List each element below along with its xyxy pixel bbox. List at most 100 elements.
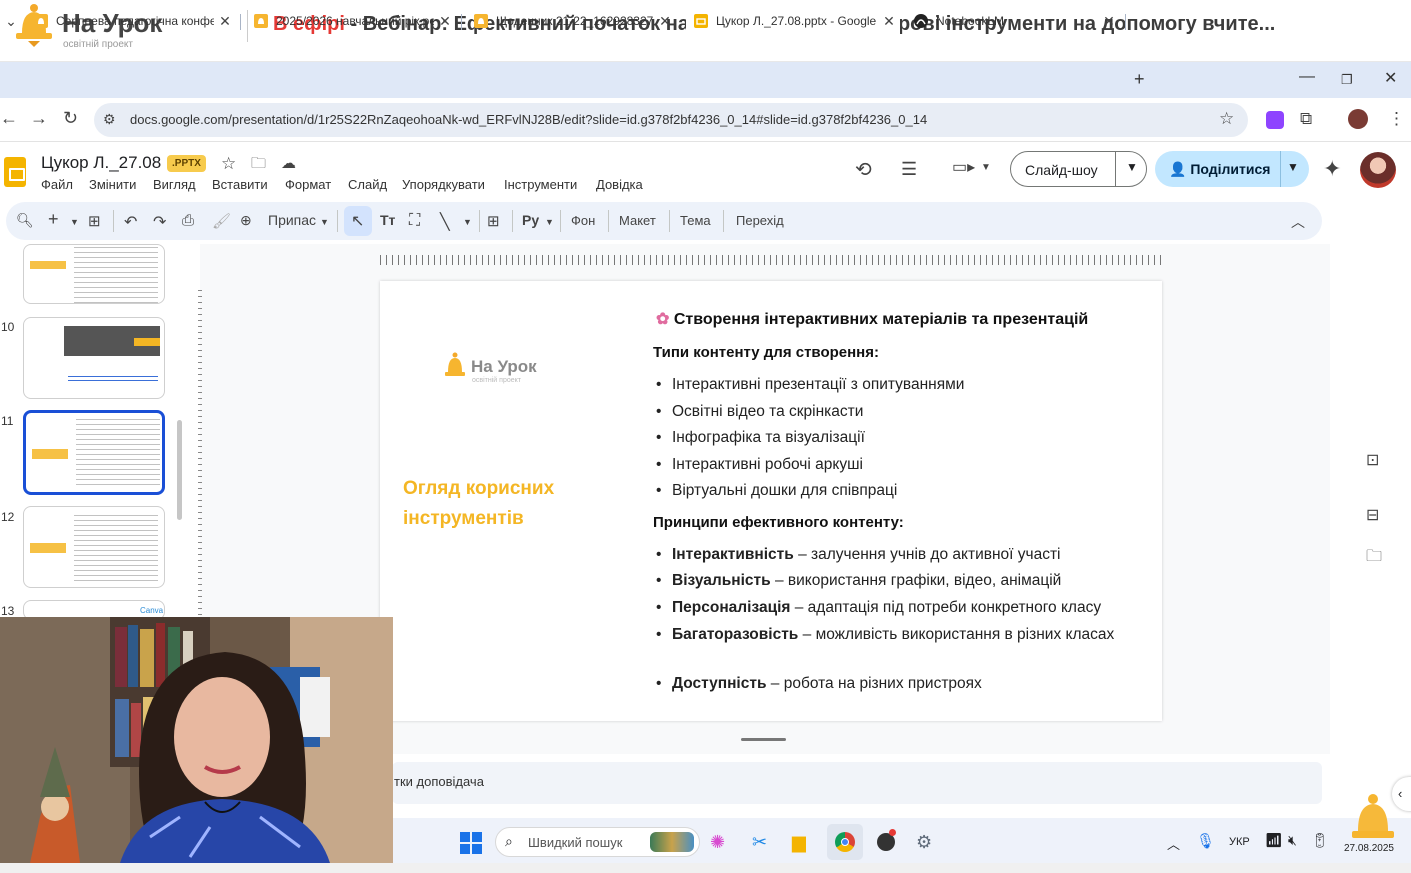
comments-icon[interactable]: ☰	[901, 160, 917, 178]
gemini-sparkle-icon[interactable]: ✦	[1323, 158, 1341, 180]
meet-icon[interactable]: ▭▸	[952, 160, 975, 176]
file-explorer-icon[interactable]: ▆	[792, 832, 806, 853]
menu-file[interactable]: Файл	[41, 177, 73, 192]
select-pointer-icon[interactable]: ↖	[351, 211, 364, 231]
menu-format[interactable]: Формат	[285, 177, 331, 192]
chevron-down-icon[interactable]: ▼	[463, 217, 472, 227]
restore-icon[interactable]: ❐	[1341, 72, 1353, 88]
zoom-select[interactable]: Припас ▼	[268, 212, 329, 228]
speaker-notes-panel[interactable]	[392, 762, 1322, 804]
close-icon[interactable]: ✕	[1098, 13, 1120, 30]
thumbnail-scrollbar[interactable]	[177, 420, 182, 520]
share-button[interactable]: 👤 Поділитися ▼	[1155, 151, 1309, 187]
close-icon[interactable]: ✕	[214, 13, 236, 30]
move-folder-icon[interactable]: 🗀	[251, 156, 266, 171]
chevron-down-icon[interactable]: ▼	[981, 163, 991, 173]
print-icon[interactable]: ⎙	[182, 212, 194, 229]
chevron-down-icon[interactable]: ▼	[70, 217, 79, 227]
tab-label: NotebookLM	[936, 14, 1005, 28]
close-icon[interactable]: ✕	[654, 13, 676, 30]
chevron-down-icon[interactable]: ▼	[1287, 160, 1299, 174]
comment-add-icon[interactable]: ⊞	[487, 212, 500, 230]
version-history-icon[interactable]: ⟲	[855, 160, 872, 180]
account-avatar[interactable]	[1360, 152, 1396, 188]
google-slides-logo[interactable]	[4, 157, 26, 187]
slide-number: 13	[1, 604, 15, 618]
speaker-notes-text[interactable]: тки доповідача	[394, 774, 484, 789]
text-format-icon[interactable]: Ру	[522, 212, 539, 228]
slide-thumbnail-11-selected[interactable]	[23, 410, 165, 495]
image-icon[interactable]: ⛶	[409, 212, 420, 230]
microphone-icon[interactable]: 🎙︎	[1196, 832, 1215, 850]
site-info-icon[interactable]: ⚙	[103, 112, 116, 126]
close-icon[interactable]: ✕	[878, 13, 900, 30]
search-icon: ⌕	[505, 833, 513, 849]
close-icon[interactable]: ✕	[434, 13, 456, 30]
undo-icon[interactable]: ↶	[124, 212, 137, 232]
cloud-status-icon[interactable]: ☁	[281, 156, 296, 171]
settings-gear-icon[interactable]: ⚙	[916, 832, 932, 853]
transition-button[interactable]: Перехід	[736, 213, 784, 228]
bookmark-star-icon[interactable]: ☆	[1219, 110, 1234, 127]
menu-help[interactable]: Довідка	[596, 177, 643, 192]
chevron-down-icon[interactable]: ▼	[1126, 160, 1138, 174]
new-slide-icon[interactable]: +	[48, 209, 59, 230]
minimize-icon[interactable]: —	[1299, 68, 1315, 86]
theme-button[interactable]: Тема	[680, 213, 711, 228]
layout-button[interactable]: Макет	[619, 213, 656, 228]
menu-tools[interactable]: Інструменти	[504, 177, 577, 192]
menu-arrange[interactable]: Упорядкувати	[402, 177, 485, 192]
close-window-icon[interactable]: ✕	[1384, 68, 1397, 88]
menu-insert[interactable]: Вставити	[212, 177, 268, 192]
slideshow-button[interactable]: Слайд-шоу ▼	[1010, 151, 1147, 187]
slide-thumbnail-10[interactable]	[23, 317, 165, 399]
new-tab-button[interactable]: +	[1134, 69, 1145, 90]
menu-slide[interactable]: Слайд	[348, 177, 387, 192]
chevron-down-icon[interactable]: ▼	[545, 217, 554, 227]
forward-icon[interactable]: →	[30, 108, 48, 129]
redo-icon[interactable]: ↷	[153, 212, 166, 232]
url-text[interactable]: docs.google.com/presentation/d/1r25S22Rn…	[130, 112, 927, 127]
battery-icon[interactable]: 🔋︎	[1311, 832, 1329, 849]
slide-thumbnail-12[interactable]	[23, 506, 165, 588]
windows-start-icon[interactable]	[460, 832, 482, 854]
back-icon[interactable]: ←	[0, 108, 18, 129]
bullet-item: • Багаторазовість – можливість використан…	[656, 626, 1115, 643]
text-box-icon[interactable]: Tт	[380, 212, 395, 228]
keep-icon[interactable]: ⊟	[1366, 505, 1379, 525]
star-icon[interactable]: ☆	[221, 155, 236, 172]
collapse-toolbar-icon[interactable]: ︿	[1291, 212, 1305, 232]
document-title[interactable]: Цукор Л._27.08	[41, 153, 161, 173]
snipping-tool-icon[interactable]: ✂	[752, 832, 767, 853]
copilot-icon[interactable]: ✺	[710, 832, 725, 853]
browser-tab-bar	[0, 62, 1411, 98]
paint-format-icon[interactable]: 🖌︎	[212, 212, 231, 230]
wifi-icon[interactable]: 📶︎	[1265, 832, 1283, 849]
browser-tab-1[interactable]: Серпнева педагогічна конфер ✕	[26, 6, 236, 36]
slide-thumbnail-9[interactable]	[23, 244, 165, 304]
puzzle-icon[interactable]: ⧉	[1300, 110, 1312, 127]
extension-icon[interactable]	[1266, 111, 1284, 129]
add-slide-icon[interactable]: ⊞	[88, 212, 101, 230]
bullet-text: Віртуальні дошки для співпраці	[672, 482, 898, 499]
explore-icon[interactable]: ⊡	[1366, 450, 1379, 470]
browser-tab-2[interactable]: 2025/2026 навчальний рік ре ✕	[246, 6, 456, 36]
browser-tab-4-active[interactable]: Цукор Л._27.08.pptx - Google ✕	[686, 6, 900, 36]
background-button[interactable]: Фон	[571, 213, 595, 228]
reload-icon[interactable]: ↻	[63, 108, 78, 129]
menu-view[interactable]: Вигляд	[153, 177, 196, 192]
zoom-icon[interactable]: ⊕	[240, 212, 252, 229]
volume-muted-icon[interactable]: 🔇︎	[1288, 832, 1297, 849]
line-icon[interactable]: ╲	[440, 212, 450, 232]
search-menus-icon[interactable]: 🔍︎	[16, 212, 34, 229]
menu-edit[interactable]: Змінити	[89, 177, 136, 192]
tab-overflow[interactable]: ⌄	[0, 6, 16, 36]
tray-chevron-icon[interactable]: ︿	[1167, 834, 1180, 853]
folder-icon[interactable]: 🗀	[1366, 545, 1382, 572]
language-indicator[interactable]: УКР	[1229, 836, 1250, 848]
browser-tab-5[interactable]: NotebookLM ✕	[906, 6, 1120, 36]
more-vert-icon[interactable]: ⋮	[1388, 110, 1405, 127]
browser-tab-3[interactable]: Щоденник 21-22_1629283274 ✕	[466, 6, 676, 36]
profile-avatar[interactable]	[1348, 109, 1368, 129]
notes-resize-handle[interactable]	[741, 738, 786, 741]
